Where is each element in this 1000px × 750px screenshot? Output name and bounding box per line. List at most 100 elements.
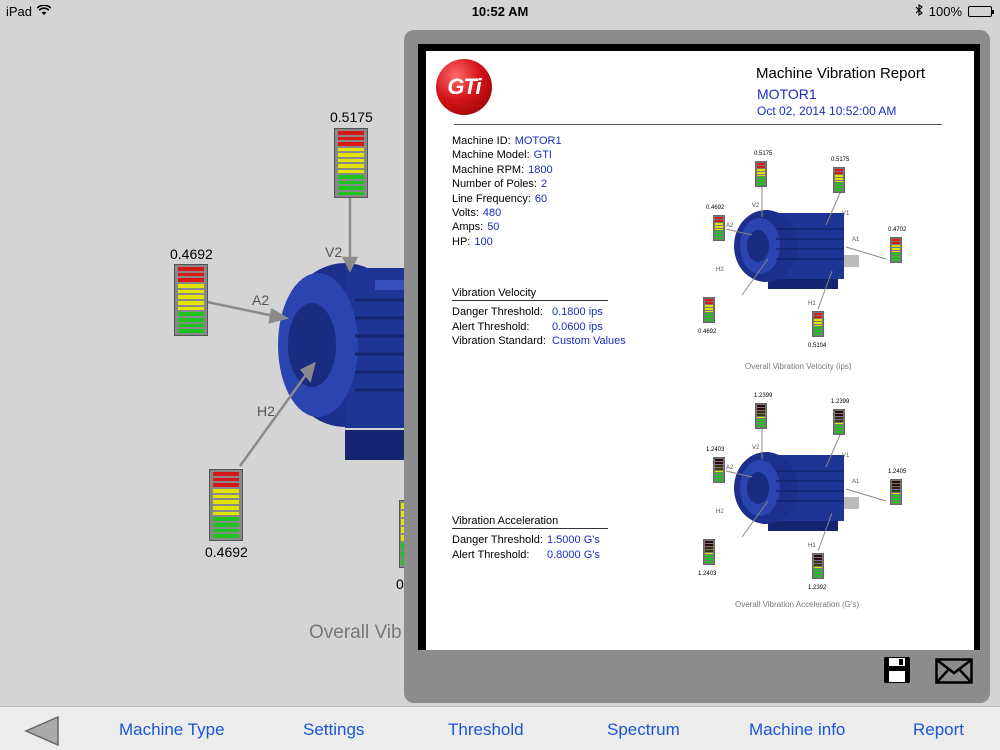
meter-segment bbox=[178, 312, 204, 317]
velocity-heading: Vibration Velocity bbox=[452, 287, 608, 301]
acceleration-diagram: 1.2399 V2 1.2399 V1 1.2403 A2 1.2405 A1 1.2403 H2… bbox=[676, 389, 916, 619]
mini-motor-illustration bbox=[725, 429, 887, 552]
meter-segment bbox=[213, 511, 239, 516]
meter-segment bbox=[715, 222, 723, 225]
meter-segment bbox=[835, 186, 843, 189]
bottom-toolbar: Machine Type Settings Threshold Spectrum… bbox=[0, 706, 1000, 750]
meter-segment bbox=[757, 163, 765, 165]
meter-segment bbox=[835, 183, 843, 186]
meter-segment bbox=[338, 186, 364, 190]
meter-segment bbox=[178, 284, 204, 288]
info-value: 60 bbox=[534, 192, 548, 205]
save-button[interactable] bbox=[881, 655, 913, 685]
info-row: HP: 100 bbox=[452, 236, 493, 248]
meter-segment bbox=[892, 244, 900, 247]
meter-segment bbox=[757, 416, 765, 419]
meter-segment bbox=[715, 461, 723, 464]
meter-segment bbox=[338, 142, 364, 146]
tab-report[interactable]: Report bbox=[913, 720, 964, 740]
mini-meter-v2 bbox=[755, 161, 767, 187]
meter-segment bbox=[338, 158, 364, 162]
mini-meter-value: 0.5175 bbox=[754, 151, 773, 157]
meter-segment bbox=[892, 250, 900, 253]
meter-segment bbox=[178, 272, 204, 277]
meter-segment bbox=[892, 481, 900, 483]
info-label: Danger Threshold: bbox=[452, 306, 543, 318]
meter-segment bbox=[757, 168, 765, 171]
meter-segment bbox=[338, 136, 364, 140]
meter-segment bbox=[338, 153, 364, 157]
meter-h1-value: 0 bbox=[396, 576, 404, 592]
meter-segment bbox=[892, 239, 900, 241]
meter-segment bbox=[213, 472, 239, 476]
meter-segment bbox=[705, 546, 713, 549]
info-value: 0.8000 G's bbox=[547, 548, 600, 561]
mini-meter-label: H1 bbox=[808, 543, 816, 549]
meter-segment bbox=[835, 411, 843, 413]
meter-v2-label: V2 bbox=[325, 244, 343, 260]
info-label: Volts: bbox=[452, 207, 479, 219]
meter-segment bbox=[835, 169, 843, 171]
tab-threshold[interactable]: Threshold bbox=[448, 720, 524, 740]
velocity-diagram-caption: Overall Vibration Velocity (ips) bbox=[745, 362, 852, 371]
meter-segment bbox=[705, 307, 713, 310]
meter-segment bbox=[213, 500, 239, 505]
mini-meter-value: 0.4692 bbox=[706, 205, 725, 211]
mini-meter-label: H2 bbox=[716, 267, 724, 273]
meter-segment bbox=[715, 467, 723, 470]
mini-meter-value: 0.4702 bbox=[888, 227, 907, 233]
tab-machine-type[interactable]: Machine Type bbox=[119, 720, 225, 740]
tab-spectrum[interactable]: Spectrum bbox=[607, 720, 680, 740]
meter-v2[interactable] bbox=[334, 128, 368, 198]
meter-segment bbox=[814, 569, 822, 572]
info-row: Machine RPM: 1800 bbox=[452, 164, 553, 176]
meter-segment bbox=[835, 416, 843, 419]
meter-segment bbox=[705, 301, 713, 304]
meter-a2[interactable] bbox=[174, 264, 208, 336]
meter-segment bbox=[213, 517, 239, 522]
floppy-disk-icon bbox=[884, 657, 910, 683]
meter-segment bbox=[213, 506, 239, 510]
meter-segment bbox=[338, 131, 364, 135]
acceleration-diagram-caption: Overall Vibration Acceleration (G's) bbox=[735, 600, 860, 609]
mini-meter-h1 bbox=[812, 311, 824, 337]
meter-segment bbox=[835, 189, 843, 191]
meter-segment bbox=[705, 316, 713, 319]
info-row: Danger Threshold: 0.1800 ips bbox=[452, 306, 603, 318]
mini-meter-label: A2 bbox=[726, 223, 734, 229]
meter-segment bbox=[757, 413, 765, 416]
tab-settings[interactable]: Settings bbox=[303, 720, 364, 740]
mini-meter-value: 0.5175 bbox=[831, 157, 850, 163]
meter-segment bbox=[757, 183, 765, 185]
report-sheet[interactable]: GTi Machine Vibration Report MOTOR1 Oct … bbox=[426, 51, 974, 650]
meter-segment bbox=[757, 177, 765, 180]
meter-segment bbox=[178, 323, 204, 328]
meter-segment bbox=[213, 528, 239, 533]
mini-meter-h2 bbox=[703, 297, 715, 323]
meter-segment bbox=[835, 413, 843, 416]
info-value: 0.0600 ips bbox=[552, 320, 603, 333]
meter-segment bbox=[213, 523, 239, 527]
info-label: Vibration Standard: bbox=[452, 335, 546, 347]
report-machine-name: MOTOR1 bbox=[757, 86, 817, 102]
meter-h2[interactable] bbox=[209, 469, 243, 541]
meter-segment bbox=[892, 495, 900, 498]
meter-segment bbox=[705, 541, 713, 543]
back-button[interactable] bbox=[22, 715, 60, 747]
meter-segment bbox=[892, 489, 900, 492]
info-row: Line Frequency: 60 bbox=[452, 193, 547, 205]
meter-segment bbox=[178, 267, 204, 271]
meter-segment bbox=[892, 247, 900, 250]
meter-segment bbox=[892, 256, 900, 259]
mini-meter-label: A1 bbox=[852, 237, 860, 243]
mini-meter-value: 1.2405 bbox=[888, 469, 907, 475]
email-button[interactable] bbox=[934, 656, 974, 686]
meter-segment bbox=[705, 304, 713, 307]
info-row: Alert Threshold: 0.8000 G's bbox=[452, 549, 600, 561]
meter-segment bbox=[213, 494, 239, 499]
meter-segment bbox=[814, 557, 822, 560]
meter-segment bbox=[178, 278, 204, 283]
report-title: Machine Vibration Report bbox=[756, 65, 925, 82]
report-date: Oct 02, 2014 10:52:00 AM bbox=[757, 104, 897, 118]
tab-machine-info[interactable]: Machine info bbox=[749, 720, 845, 740]
